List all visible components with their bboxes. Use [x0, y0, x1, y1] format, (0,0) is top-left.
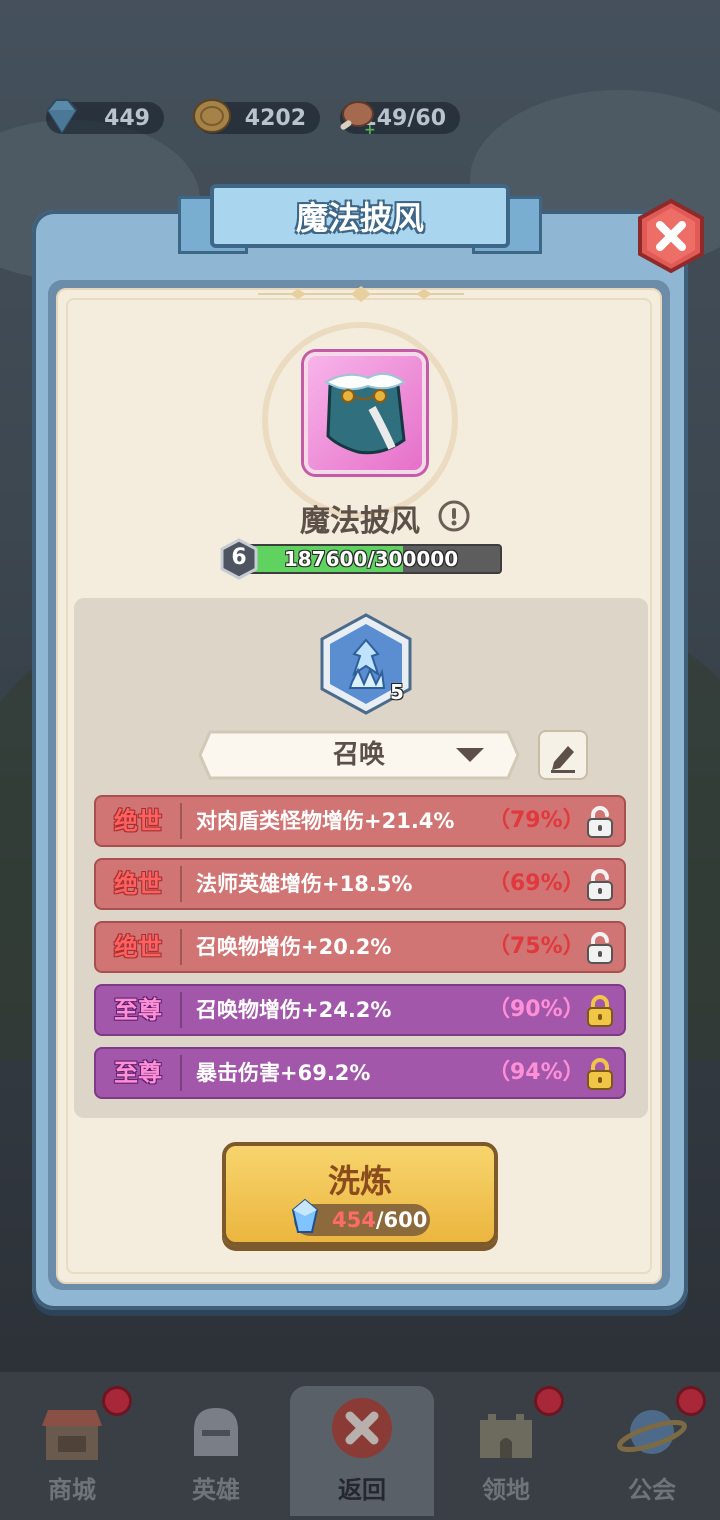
nav-item-heroes[interactable]: 英雄 — [144, 1386, 288, 1516]
attribute-percent: （90%） — [488, 997, 585, 1022]
attribute-row[interactable]: 至尊 召唤物增伤+24.2% （90%） — [94, 984, 626, 1036]
attribute-percent: （94%） — [488, 1060, 585, 1085]
notification-badge — [534, 1386, 564, 1416]
attribute-row[interactable]: 绝世 召唤物增伤+20.2% （75%） — [94, 921, 626, 973]
stamina-counter: + 149/60 — [340, 101, 460, 138]
meat-icon: + — [340, 101, 376, 138]
chevron-down-icon[interactable] — [456, 748, 484, 762]
attribute-text: 对肉盾类怪物增伤+21.4% — [196, 809, 455, 833]
diamond-icon — [46, 99, 78, 134]
divider — [180, 992, 182, 1028]
divider — [180, 929, 182, 965]
refine-cost: 454/600 — [291, 1198, 430, 1236]
coin-icon — [193, 99, 231, 133]
diamond-count: 449 — [104, 105, 150, 131]
pencil-icon — [551, 746, 575, 773]
ornament-icon — [258, 286, 464, 302]
refine-cost-max: /600 — [375, 1208, 428, 1232]
nav-label: 公会 — [628, 1476, 676, 1504]
attribute-grade: 至尊 — [114, 1059, 162, 1087]
modal-title-ribbon: 魔法披风 — [210, 184, 510, 248]
notification-badge — [102, 1386, 132, 1416]
info-icon[interactable] — [438, 500, 470, 532]
item-level: 6 — [231, 545, 247, 570]
locked-padlock-icon[interactable] — [584, 1057, 616, 1091]
divider — [180, 1055, 182, 1091]
refine-cost-current: 454 — [332, 1208, 376, 1232]
coin-count: 4202 — [244, 105, 306, 131]
unlocked-padlock-icon[interactable] — [584, 931, 616, 965]
item-name: 魔法披风 — [300, 504, 420, 539]
refine-label: 洗炼 — [327, 1162, 392, 1200]
unlocked-padlock-icon[interactable] — [584, 868, 616, 902]
attribute-text: 召唤物增伤+20.2% — [196, 935, 392, 959]
unlocked-padlock-icon[interactable] — [584, 805, 616, 839]
castle-icon — [480, 1414, 532, 1458]
exp-text: 187600/300000 — [283, 547, 459, 571]
attribute-grade: 至尊 — [114, 996, 162, 1024]
notification-badge — [676, 1386, 706, 1416]
nav-label: 英雄 — [192, 1476, 240, 1504]
attribute-grade: 绝世 — [114, 933, 162, 961]
preset-selected-label: 召唤 — [332, 740, 385, 770]
nav-label: 返回 — [338, 1476, 386, 1504]
coin-counter: 4202 — [193, 99, 320, 134]
attribute-percent: （75%） — [488, 934, 585, 959]
attribute-text: 法师英雄增伤+18.5% — [196, 872, 413, 896]
close-icon — [332, 1398, 392, 1458]
nav-item-back[interactable]: 返回 — [290, 1386, 434, 1516]
attribute-grade: 绝世 — [114, 807, 162, 835]
item-icon-frame[interactable] — [304, 352, 426, 474]
rune-level: 5 — [390, 680, 404, 704]
attribute-row[interactable]: 绝世 法师英雄增伤+18.5% （69%） — [94, 858, 626, 910]
close-button[interactable] — [636, 198, 706, 274]
svg-text:+: + — [364, 122, 376, 138]
helmet-icon — [194, 1408, 238, 1456]
diamond-counter: 449 — [46, 99, 164, 134]
attribute-text: 暴击伤害+69.2% — [196, 1061, 371, 1085]
attribute-grade: 绝世 — [114, 870, 162, 898]
nav-label: 领地 — [482, 1476, 530, 1504]
exp-progress-bar: 187600/300000 — [240, 544, 502, 574]
shop-icon — [42, 1410, 102, 1460]
attribute-percent: （79%） — [488, 808, 585, 833]
nav-label: 商城 — [48, 1476, 96, 1504]
attribute-row[interactable]: 至尊 暴击伤害+69.2% （94%） — [94, 1047, 626, 1099]
divider — [180, 803, 182, 839]
modal-title: 魔法披风 — [295, 199, 424, 237]
divider — [180, 866, 182, 902]
locked-padlock-icon[interactable] — [584, 994, 616, 1028]
crystal-icon — [291, 1198, 319, 1233]
refine-cost-text: 454/600 — [332, 1204, 427, 1236]
cloak-icon — [323, 372, 406, 455]
attribute-percent: （69%） — [488, 871, 585, 896]
level-badge: 6 — [218, 538, 260, 580]
attribute-text: 召唤物增伤+24.2% — [196, 998, 392, 1022]
refine-button[interactable]: 洗炼 454/600 — [222, 1142, 498, 1246]
attribute-row[interactable]: 绝世 对肉盾类怪物增伤+21.4% （79%） — [94, 795, 626, 847]
edit-preset-button[interactable] — [538, 730, 588, 780]
